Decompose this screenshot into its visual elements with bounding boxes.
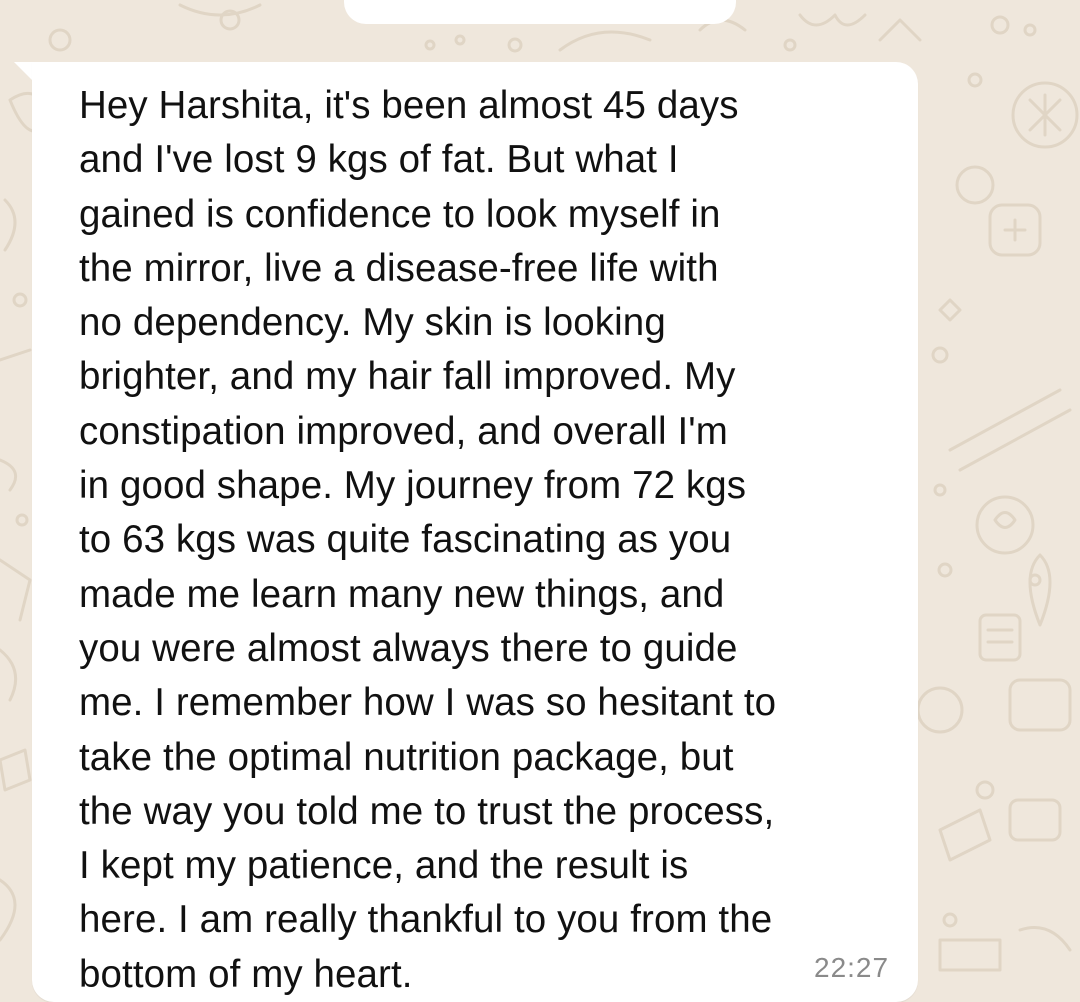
message-text: Hey Harshita, it's been almost 45 days a… — [79, 79, 899, 1002]
message-line: in good shape. My journey from 72 kgs — [79, 464, 747, 508]
message-line: here. I am really thankful to you from t… — [79, 898, 773, 942]
message-line: take the optimal nutrition package, but — [79, 735, 734, 779]
message-line: you were almost always there to guide — [79, 626, 738, 670]
message-line: gained is confidence to look myself in — [79, 192, 721, 236]
message-timestamp: 22:27 — [814, 952, 890, 983]
message-line: I kept my patience, and the result is — [79, 844, 689, 888]
message-line: brighter, and my hair fall improved. My — [79, 355, 736, 399]
message-line: the mirror, live a disease-free life wit… — [79, 246, 719, 290]
message-line: and I've lost 9 kgs of fat. But what I — [79, 138, 679, 182]
message-line: no dependency. My skin is looking — [79, 301, 666, 345]
previous-message-bubble — [344, 0, 736, 24]
message-line: constipation improved, and overall I'm — [79, 409, 728, 453]
message-line: the way you told me to trust the process… — [79, 789, 775, 833]
message-line: me. I remember how I was so hesitant to — [79, 681, 777, 725]
message-line: to 63 kgs was quite fascinating as you — [79, 518, 732, 562]
message-line: bottom of my heart. — [79, 952, 413, 996]
message-line: Hey Harshita, it's been almost 45 days — [79, 84, 739, 127]
message-line: made me learn many new things, and — [79, 572, 725, 616]
